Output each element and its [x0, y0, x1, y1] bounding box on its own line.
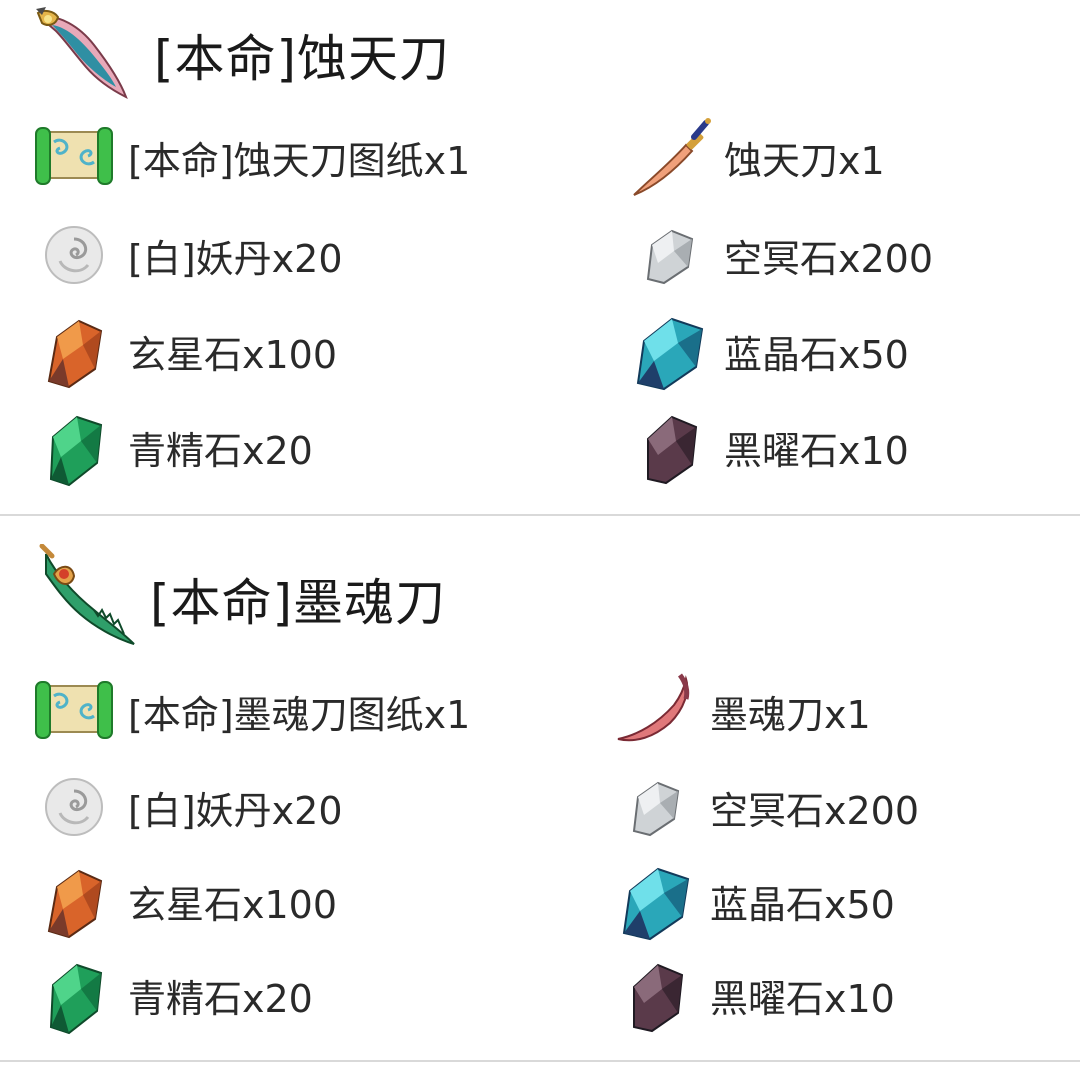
- section-divider: [0, 1060, 1080, 1062]
- material-item: 玄星石x100: [32, 856, 337, 946]
- material-item: 黑曜石x10: [628, 402, 909, 492]
- white-pill-icon: [32, 213, 116, 297]
- material-item: 空冥石x200: [614, 762, 919, 852]
- material-label: 空冥石x200: [724, 236, 934, 281]
- material-item: 墨魂刀x1: [614, 666, 871, 756]
- orange-crystal-icon: [32, 309, 116, 393]
- material-item: 青精石x20: [32, 402, 313, 492]
- material-item: 黑曜石x10: [614, 950, 895, 1040]
- material-label: [本命]蚀天刀图纸x1: [128, 138, 471, 183]
- material-label: 青精石x20: [128, 428, 313, 473]
- recipe-section-1: [本命]蚀天刀 [本命]蚀天刀图纸x1 [白]妖丹x20 玄星石x100 青精石…: [0, 0, 1080, 515]
- material-item: 蓝晶石x50: [614, 856, 895, 946]
- silver-stone-icon: [614, 765, 698, 849]
- recipe-header: [本命]墨魂刀: [28, 544, 446, 654]
- material-label: 玄星石x100: [128, 882, 338, 927]
- material-item: 空冥石x200: [628, 210, 933, 300]
- material-item: 蚀天刀x1: [628, 112, 885, 202]
- material-label: 空冥石x200: [710, 788, 920, 833]
- obsidian-icon: [614, 953, 698, 1037]
- weapon-blade-icon: [28, 544, 138, 654]
- silver-stone-icon: [628, 213, 712, 297]
- curved-blade-icon: [614, 669, 698, 753]
- dagger-icon: [628, 115, 712, 199]
- material-label: 青精石x20: [128, 976, 313, 1021]
- crafting-recipes-page: [本命]蚀天刀 [本命]蚀天刀图纸x1 [白]妖丹x20 玄星石x100 青精石…: [0, 0, 1080, 1080]
- orange-crystal-icon: [32, 859, 116, 943]
- section-divider: [0, 514, 1080, 516]
- material-label: 黑曜石x10: [710, 976, 895, 1021]
- green-crystal-icon: [32, 405, 116, 489]
- material-label: 蓝晶石x50: [710, 882, 895, 927]
- scroll-icon: [32, 669, 116, 753]
- weapon-blade-icon: [28, 5, 138, 105]
- material-label: [本命]墨魂刀图纸x1: [128, 692, 471, 737]
- scroll-icon: [32, 115, 116, 199]
- material-label: [白]妖丹x20: [128, 236, 343, 281]
- recipe-header: [本命]蚀天刀: [28, 0, 450, 110]
- recipe-title: [本命]墨魂刀: [150, 574, 447, 632]
- material-label: 黑曜石x10: [724, 428, 909, 473]
- material-label: 蚀天刀x1: [724, 138, 885, 183]
- material-label: [白]妖丹x20: [128, 788, 343, 833]
- material-item: [白]妖丹x20: [32, 210, 343, 300]
- material-item: 玄星石x100: [32, 306, 337, 396]
- material-item: [本命]蚀天刀图纸x1: [32, 112, 470, 202]
- material-label: 玄星石x100: [128, 332, 338, 377]
- material-label: 墨魂刀x1: [710, 692, 871, 737]
- green-crystal-icon: [32, 953, 116, 1037]
- blue-crystal-icon: [628, 309, 712, 393]
- material-item: 青精石x20: [32, 950, 313, 1040]
- material-item: 蓝晶石x50: [628, 306, 909, 396]
- material-item: [本命]墨魂刀图纸x1: [32, 666, 470, 756]
- blue-crystal-icon: [614, 859, 698, 943]
- white-pill-icon: [32, 765, 116, 849]
- material-item: [白]妖丹x20: [32, 762, 343, 852]
- obsidian-icon: [628, 405, 712, 489]
- recipe-title: [本命]蚀天刀: [154, 30, 451, 88]
- recipe-section-2: [本命]墨魂刀 [本命]墨魂刀图纸x1 [白]妖丹x20 玄星石x100 青精石…: [0, 540, 1080, 1060]
- material-label: 蓝晶石x50: [724, 332, 909, 377]
